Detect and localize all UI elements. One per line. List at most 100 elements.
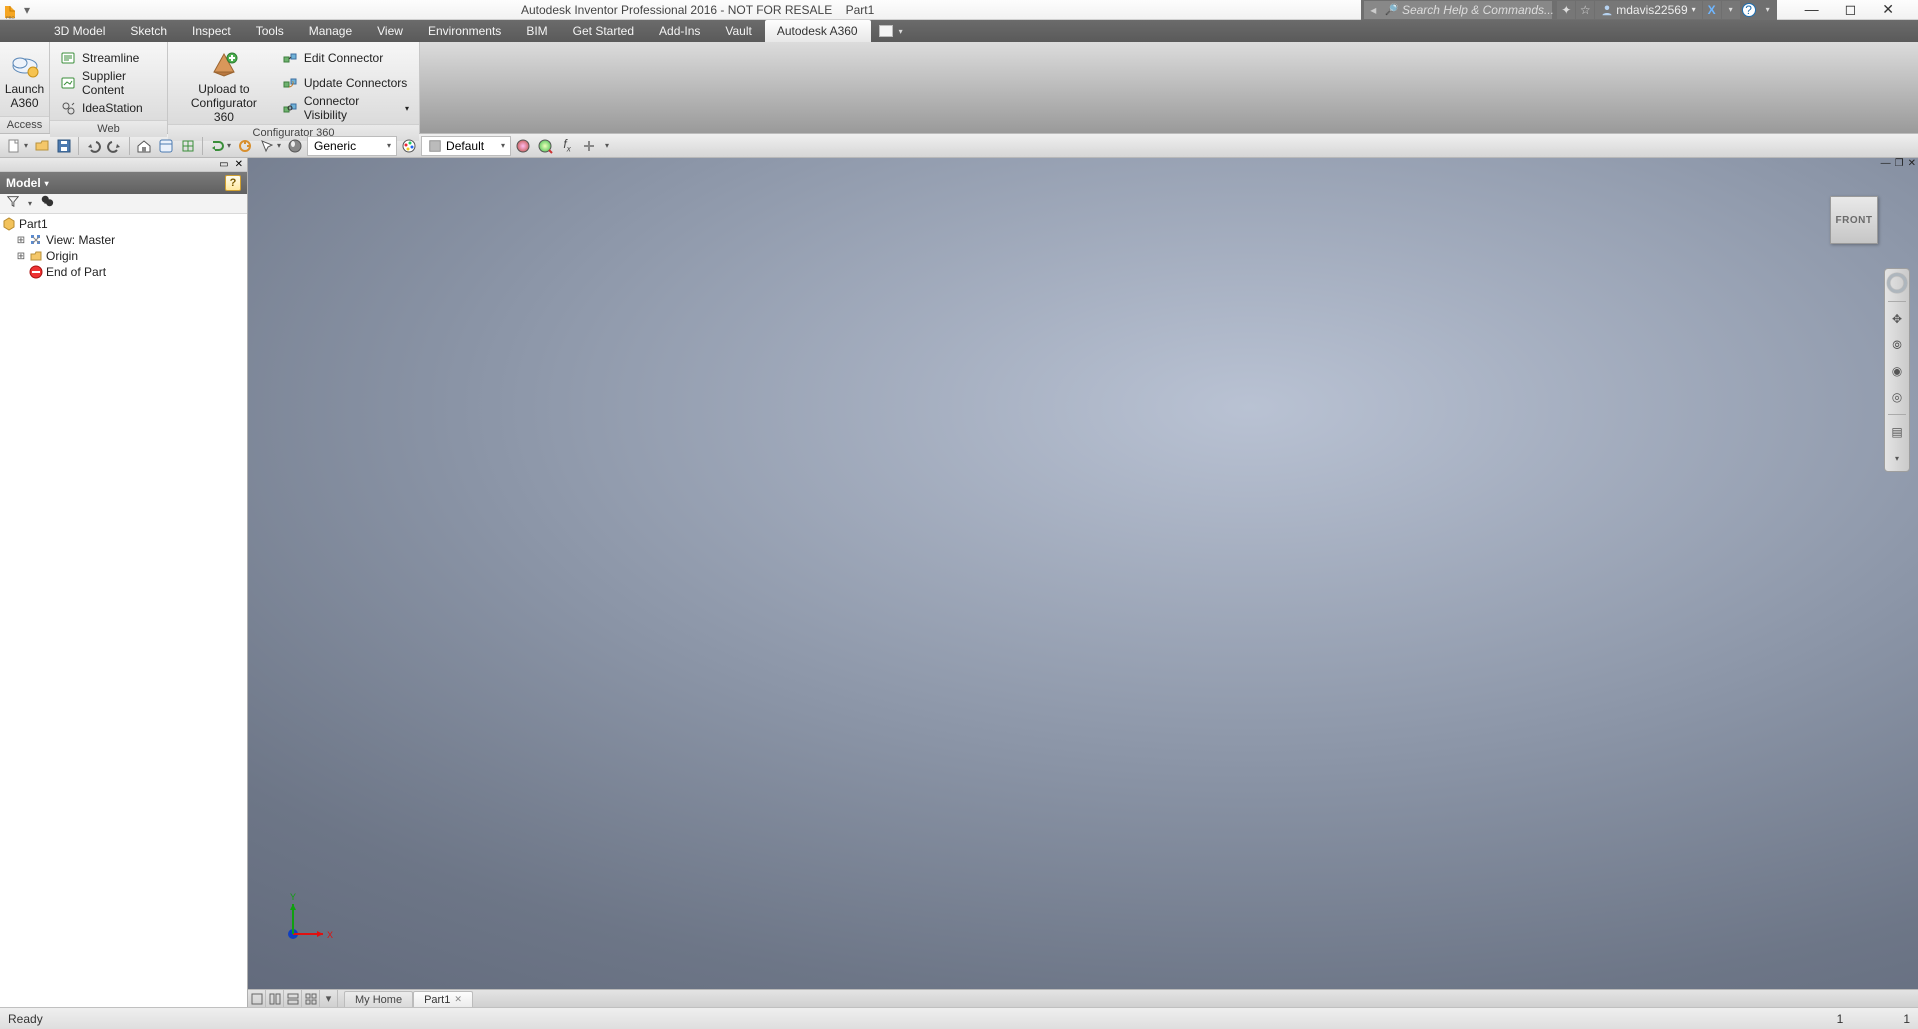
orbit-icon[interactable]: ◉ (1888, 362, 1906, 380)
home-button[interactable] (134, 136, 154, 156)
pan-icon[interactable]: ✥ (1888, 310, 1906, 328)
doc-tab-part1[interactable]: Part1 ✕ (413, 991, 473, 1007)
filter-icon[interactable] (6, 194, 20, 213)
tree-view-master[interactable]: ⊞ View: Master (16, 232, 245, 248)
doc-tab-close-icon[interactable]: ✕ (454, 994, 462, 1005)
pane-pin-icon[interactable]: ▭ (219, 159, 228, 170)
pane-close-icon[interactable]: ✕ (235, 159, 243, 170)
launch-a360-button[interactable]: Launch A360 (0, 46, 50, 110)
streamline-button[interactable]: Streamline (58, 46, 159, 70)
close-button[interactable]: ✕ (1882, 1, 1894, 18)
tab-bim[interactable]: BIM (514, 20, 560, 42)
doctab-arrange-1-icon[interactable] (248, 990, 266, 1007)
redo-button[interactable] (105, 136, 125, 156)
tab-autodesk-a360[interactable]: Autodesk A360 (765, 20, 871, 42)
projects-button[interactable] (178, 136, 198, 156)
new-button[interactable] (4, 136, 24, 156)
expand-icon[interactable]: ⊞ (16, 235, 26, 246)
appearance-combo[interactable]: Default ▾ (421, 136, 511, 156)
ideastation-label: IdeaStation (82, 101, 143, 115)
help-search-input[interactable] (1402, 3, 1559, 17)
help-drop-icon[interactable]: ▾ (1759, 1, 1777, 19)
tab-manage[interactable]: Manage (297, 20, 365, 42)
tab-3d-model[interactable]: 3D Model (42, 20, 118, 42)
steering-wheel-icon[interactable] (1887, 273, 1907, 293)
ribbon-tabs: 3D Model Sketch Inspect Tools Manage Vie… (0, 20, 1918, 42)
save-button[interactable] (54, 136, 74, 156)
favorite-icon[interactable]: ☆ (1576, 1, 1594, 19)
return-button[interactable] (207, 136, 227, 156)
supplier-content-button[interactable]: Supplier Content (58, 71, 159, 95)
fullnav-icon[interactable]: ▤ (1888, 423, 1906, 441)
tree-end-of-part[interactable]: End of Part (16, 264, 245, 280)
fx-parameters-button[interactable]: fx (557, 136, 577, 156)
navbar-drop-icon[interactable]: ▾ (1888, 449, 1906, 467)
minimize-button[interactable]: — (1805, 1, 1819, 18)
appearance-palette-icon[interactable] (399, 136, 419, 156)
ribbon-state-icon[interactable] (879, 25, 893, 37)
end-dropdown-icon[interactable]: ▾ (605, 141, 609, 150)
user-account[interactable]: mdavis22569 ▾ (1595, 1, 1701, 19)
help-icon[interactable]: ? (1742, 3, 1756, 17)
tab-inspect[interactable]: Inspect (180, 20, 244, 42)
tab-vault[interactable]: Vault (713, 20, 764, 42)
find-icon[interactable] (40, 194, 54, 213)
doctab-arrange-3-icon[interactable] (284, 990, 302, 1007)
doc-minimize-icon[interactable]: — (1881, 158, 1891, 169)
doctab-arrange-4-icon[interactable] (302, 990, 320, 1007)
doc-tab-my-home[interactable]: My Home (344, 991, 413, 1007)
clear-override-icon[interactable] (535, 136, 555, 156)
upload-configurator-button[interactable]: Upload to Configurator 360 (176, 46, 272, 124)
new-dropdown-icon[interactable]: ▾ (24, 141, 28, 150)
tab-tools[interactable]: Tools (244, 20, 297, 42)
document-title: Part1 (846, 3, 875, 17)
streamline-label: Streamline (82, 51, 139, 65)
material-combo[interactable]: Generic ▾ (307, 136, 397, 156)
tab-sketch[interactable]: Sketch (118, 20, 180, 42)
tab-environments[interactable]: Environments (416, 20, 514, 42)
select-dropdown-icon[interactable]: ▾ (277, 141, 281, 150)
tab-view[interactable]: View (365, 20, 416, 42)
pane-title[interactable]: Model ▾ ? (0, 172, 247, 194)
expand-icon[interactable]: ⊞ (16, 251, 26, 262)
doc-close-icon[interactable]: ✕ (1908, 158, 1916, 169)
viewcube[interactable]: FRONT (1830, 196, 1878, 244)
exchange-drop-icon[interactable]: ▾ (1722, 1, 1740, 19)
teamweb-button[interactable] (156, 136, 176, 156)
ribbon-state-drop-icon[interactable]: ▾ (899, 27, 903, 36)
return-dropdown-icon[interactable]: ▾ (227, 141, 231, 150)
tree-origin[interactable]: ⊞ Origin (16, 248, 245, 264)
doctab-arrange-2-icon[interactable] (266, 990, 284, 1007)
measure-plus-icon[interactable] (579, 136, 599, 156)
user-name: mdavis22569 (1616, 3, 1687, 17)
material-icon[interactable] (285, 136, 305, 156)
document-tabs: ▾ My Home Part1 ✕ (248, 989, 1918, 1007)
undo-button[interactable] (83, 136, 103, 156)
subscription-icon[interactable]: ✦ (1557, 1, 1575, 19)
tab-get-started[interactable]: Get Started (561, 20, 647, 42)
select-button[interactable] (257, 136, 277, 156)
appearance-adjust-icon[interactable] (513, 136, 533, 156)
doc-restore-icon[interactable]: ❐ (1895, 158, 1904, 169)
doctab-list-icon[interactable]: ▾ (320, 990, 338, 1007)
qat-dropdown-icon[interactable]: ▾ (20, 3, 34, 17)
update-connectors-button[interactable]: Update Connectors (280, 71, 411, 95)
maximize-button[interactable]: ◻ (1845, 1, 1857, 18)
infobar-chevron-icon[interactable]: ◂ (1364, 1, 1382, 19)
tree-root[interactable]: Part1 (2, 216, 245, 232)
help-search[interactable]: 🔍 (1382, 1, 1552, 19)
filter-drop-icon[interactable]: ▾ (28, 199, 32, 208)
separator (202, 137, 203, 155)
edit-connector-button[interactable]: Edit Connector (280, 46, 411, 70)
connector-visibility-button[interactable]: Connector Visibility ▾ (280, 96, 411, 120)
tab-add-ins[interactable]: Add-Ins (647, 20, 713, 42)
open-button[interactable] (32, 136, 52, 156)
app-icon[interactable]: PRO (0, 0, 20, 20)
lookat-icon[interactable]: ◎ (1888, 388, 1906, 406)
exchange-icon[interactable]: X (1703, 1, 1721, 19)
viewport-3d[interactable]: FRONT ✥ ⦾ ◉ ◎ ▤ ▾ X (248, 158, 1918, 989)
pane-help-icon[interactable]: ? (225, 175, 241, 191)
zoom-icon[interactable]: ⦾ (1888, 336, 1906, 354)
ideastation-button[interactable]: IdeaStation (58, 96, 159, 120)
update-button[interactable] (235, 136, 255, 156)
